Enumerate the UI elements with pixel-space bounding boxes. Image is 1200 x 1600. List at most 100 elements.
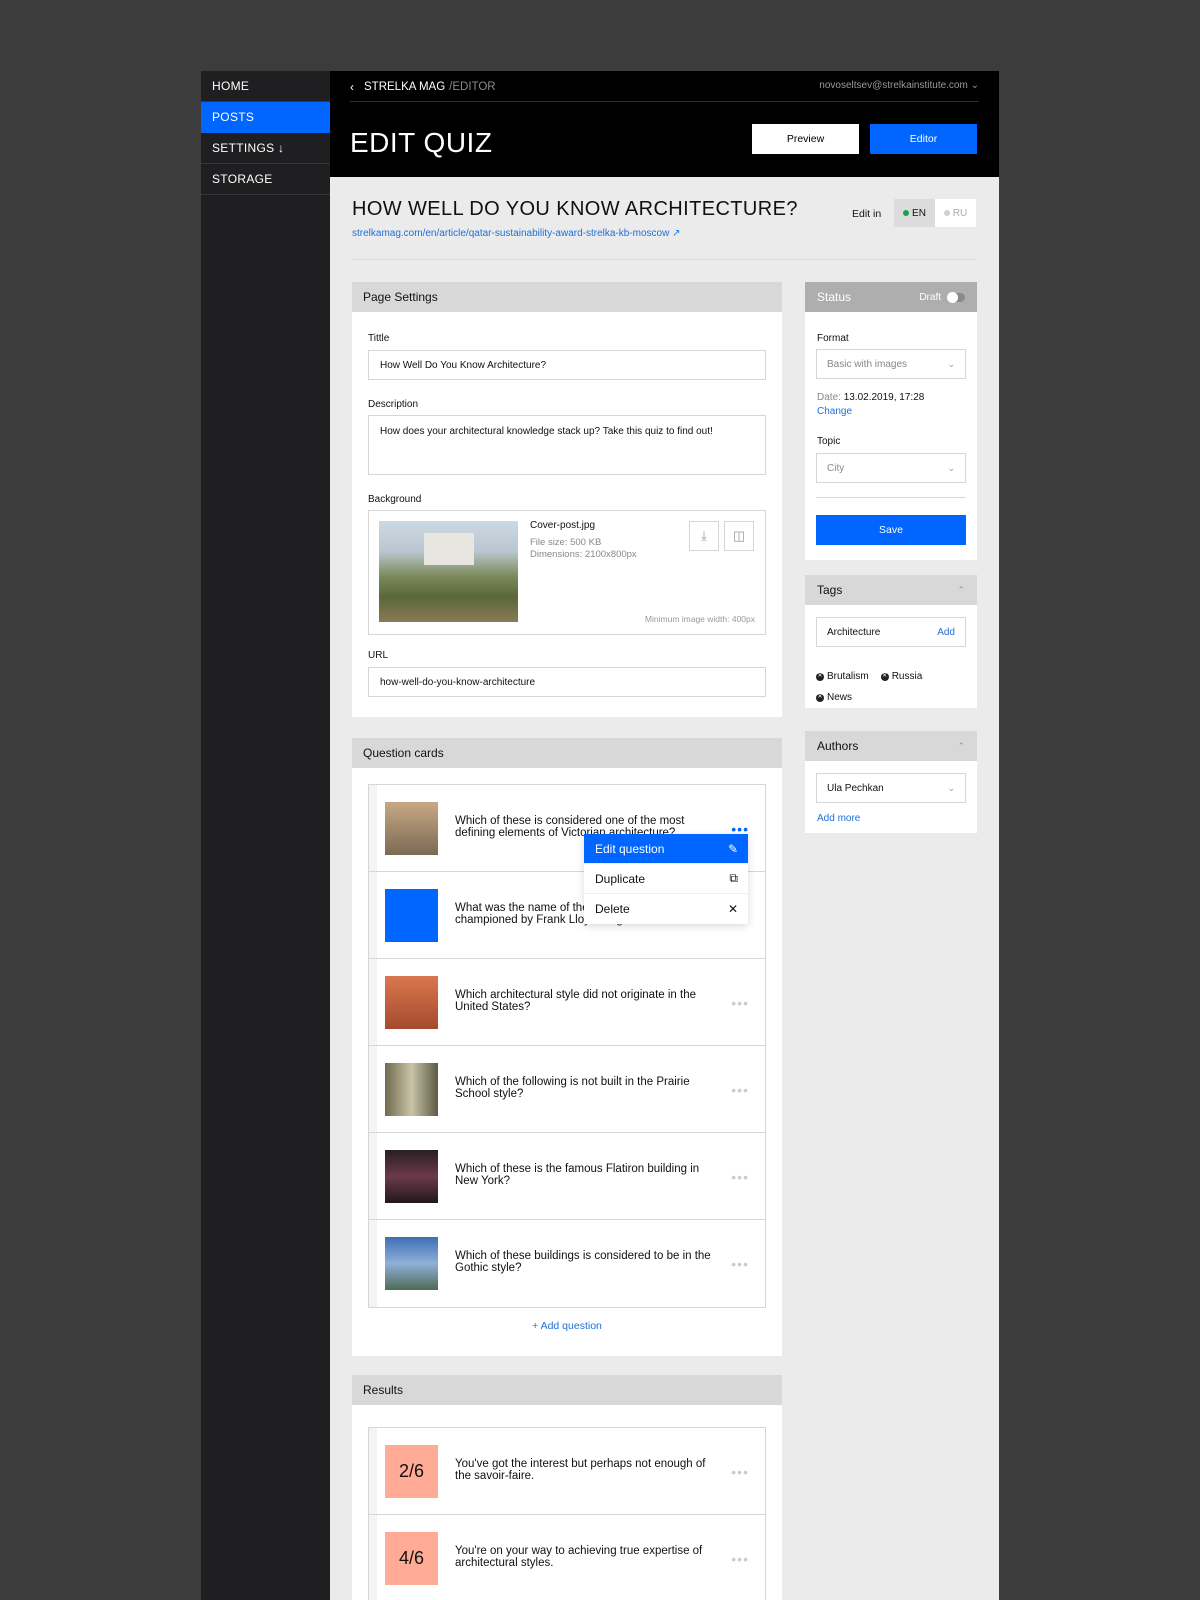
title-label: Tittle (368, 333, 390, 344)
drag-handle[interactable] (369, 1515, 377, 1600)
breadcrumb: ‹ STRELKA MAG /EDITOR (350, 80, 496, 94)
add-more-authors-link[interactable]: Add more (817, 813, 860, 824)
tag-label: Russia (891, 671, 923, 682)
change-date-link[interactable]: Change (817, 406, 852, 417)
result-list: 2/6 You've got the interest but perhaps … (368, 1427, 766, 1600)
sidebar: HOME POSTS SETTINGS ↓ STORAGE (201, 71, 330, 1600)
editor-button[interactable]: Editor (870, 124, 977, 154)
trash-icon[interactable]: ◫ (724, 521, 754, 551)
file-size: File size: 500 KB (530, 537, 602, 548)
format-select[interactable]: Basic with images ⌄ (816, 349, 966, 379)
question-thumbnail (385, 1237, 438, 1290)
tag-chip[interactable]: ✕ Russia (880, 668, 923, 685)
drag-handle[interactable] (369, 959, 377, 1045)
file-dimensions: Dimensions: 2100x800px (530, 549, 637, 560)
external-link-icon: ↗ (672, 228, 681, 239)
save-button[interactable]: Save (816, 515, 966, 545)
more-options-icon[interactable]: ••• (731, 1256, 749, 1272)
file-name: Cover-post.jpg (530, 520, 596, 531)
remove-tag-icon[interactable]: ✕ (816, 693, 824, 702)
drag-handle[interactable] (369, 1046, 377, 1132)
author-value: Ula Pechkan (827, 782, 884, 794)
lang-en-toggle[interactable]: EN (894, 199, 935, 227)
more-options-icon[interactable]: ••• (731, 1464, 749, 1480)
nav-storage[interactable]: STORAGE (201, 164, 330, 195)
download-icon[interactable]: ⤓ (689, 521, 719, 551)
edit-in-label: Edit in (852, 208, 882, 220)
question-row[interactable]: Which of these is the famous Flatiron bu… (369, 1133, 765, 1220)
date-label: Date: (817, 392, 841, 403)
title-input[interactable]: How Well Do You Know Architecture? (368, 350, 766, 380)
quiz-link-text[interactable]: strelkamag.com/en/article/qatar-sustaina… (352, 228, 669, 239)
drag-handle[interactable] (369, 1220, 377, 1307)
more-options-icon[interactable]: ••• (731, 1551, 749, 1567)
draft-toggle[interactable]: Draft (919, 291, 965, 303)
chevron-down-icon: ⌄ (947, 358, 955, 369)
quiz-link[interactable]: strelkamag.com/en/article/qatar-sustaina… (352, 228, 681, 239)
drag-handle[interactable] (369, 785, 377, 871)
page-settings-heading: Page Settings (352, 282, 782, 312)
tags-card: Tags ⌃ Architecture Add ✕ Brutalism ✕ Russi… (805, 575, 977, 708)
breadcrumb-brand[interactable]: STRELKA MAG (364, 81, 445, 93)
add-question-button[interactable]: + Add question (352, 1320, 782, 1332)
date-row: Date: 13.02.2019, 17:28 (817, 392, 924, 403)
edit-question-menu-item[interactable]: Edit question ✎ (584, 834, 748, 864)
draft-label: Draft (919, 291, 941, 303)
more-options-icon[interactable]: ••• (731, 1082, 749, 1098)
tags-heading: Tags ⌃ (805, 575, 977, 605)
chevron-up-icon[interactable]: ⌃ (957, 585, 965, 596)
author-select[interactable]: Ula Pechkan ⌄ (816, 773, 966, 803)
divider (816, 497, 966, 498)
divider (352, 259, 977, 260)
topic-label: Topic (817, 436, 841, 447)
tag-list: ✕ Brutalism ✕ Russia ✕ News (816, 664, 971, 706)
result-score: 2/6 (385, 1445, 438, 1498)
more-options-icon[interactable]: ••• (731, 1169, 749, 1185)
lang-ru-label: RU (952, 207, 968, 219)
question-row[interactable]: Which of these buildings is considered t… (369, 1220, 765, 1307)
duplicate-label: Duplicate (595, 871, 646, 886)
description-textarea[interactable]: How does your architectural knowledge st… (368, 415, 766, 475)
tag-input[interactable]: Architecture Add (816, 617, 966, 647)
breadcrumb-section: /EDITOR (449, 81, 496, 93)
page-settings-card: Page Settings Tittle How Well Do You Kno… (352, 282, 782, 717)
drag-handle[interactable] (369, 872, 377, 958)
drag-handle[interactable] (369, 1133, 377, 1219)
add-tag-button[interactable]: Add (937, 627, 955, 638)
lang-ru-toggle[interactable]: RU (935, 199, 976, 227)
preview-button[interactable]: Preview (752, 124, 859, 154)
quiz-title: HOW WELL DO YOU KNOW ARCHITECTURE? (352, 198, 798, 220)
chevron-up-icon[interactable]: ⌃ (957, 741, 965, 752)
duplicate-menu-item[interactable]: Duplicate ⧉ (584, 864, 748, 894)
nav-settings[interactable]: SETTINGS ↓ (201, 133, 330, 164)
toggle-switch[interactable] (947, 291, 965, 303)
result-row[interactable]: 4/6 You're on your way to achieving true… (369, 1515, 765, 1600)
min-width-hint: Minimum image width: 400px (644, 614, 755, 624)
remove-tag-icon[interactable]: ✕ (816, 672, 824, 681)
back-arrow-icon[interactable]: ‹ (350, 80, 354, 94)
remove-tag-icon[interactable]: ✕ (880, 672, 889, 681)
question-row[interactable]: Which of the following is not built in t… (369, 1046, 765, 1133)
question-row[interactable]: Which architectural style did not origin… (369, 959, 765, 1046)
user-email: novoseltsev@strelkainstitute.com (819, 80, 968, 91)
topic-select[interactable]: City ⌄ (816, 453, 966, 483)
result-text: You've got the interest but perhaps not … (455, 1458, 706, 1482)
authors-heading: Authors ⌃ (805, 731, 977, 761)
pencil-icon: ✎ (727, 841, 738, 856)
nav-home[interactable]: HOME (201, 71, 330, 102)
user-menu[interactable]: novoseltsev@strelkainstitute.com ⌄ (819, 80, 979, 91)
tag-chip[interactable]: ✕ News (816, 689, 852, 706)
delete-menu-item[interactable]: Delete ✕ (584, 894, 748, 924)
url-input[interactable]: how-well-do-you-know-architecture (368, 667, 766, 697)
status-dot-icon (903, 210, 910, 216)
tag-label: Brutalism (827, 671, 869, 682)
status-heading: Status Draft (805, 282, 977, 312)
drag-handle[interactable] (369, 1428, 377, 1514)
more-options-icon[interactable]: ••• (731, 995, 749, 1011)
result-row[interactable]: 2/6 You've got the interest but perhaps … (369, 1428, 765, 1515)
copy-icon: ⧉ (729, 871, 738, 885)
chevron-down-icon: ⌄ (947, 782, 955, 793)
nav-posts[interactable]: POSTS (201, 102, 330, 133)
plus-icon: + (532, 1320, 539, 1332)
tag-chip[interactable]: ✕ Brutalism (816, 668, 869, 685)
